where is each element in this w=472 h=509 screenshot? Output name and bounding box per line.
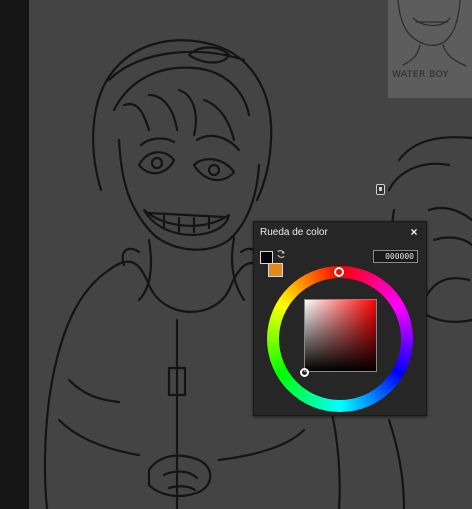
color-wheel-panel: Rueda de color × <box>253 221 427 416</box>
left-sidebar <box>0 0 29 509</box>
thumbnail-sketch <box>397 0 467 67</box>
panel-header[interactable]: Rueda de color × <box>254 222 426 243</box>
background-color-swatch[interactable] <box>268 263 283 277</box>
saturation-value-handle[interactable] <box>300 368 309 377</box>
hue-handle[interactable] <box>334 267 344 277</box>
brush-cursor-icon <box>376 184 385 195</box>
swap-colors-icon[interactable] <box>276 249 286 259</box>
hex-color-input[interactable] <box>373 250 418 263</box>
foreground-color-swatch[interactable] <box>260 251 273 264</box>
reference-thumbnail[interactable]: WATER BOY <box>388 0 472 98</box>
thumbnail-label: WATER BOY <box>392 70 449 80</box>
saturation-value-square[interactable] <box>304 299 377 372</box>
close-button[interactable]: × <box>408 225 420 239</box>
panel-title: Rueda de color <box>260 227 328 238</box>
